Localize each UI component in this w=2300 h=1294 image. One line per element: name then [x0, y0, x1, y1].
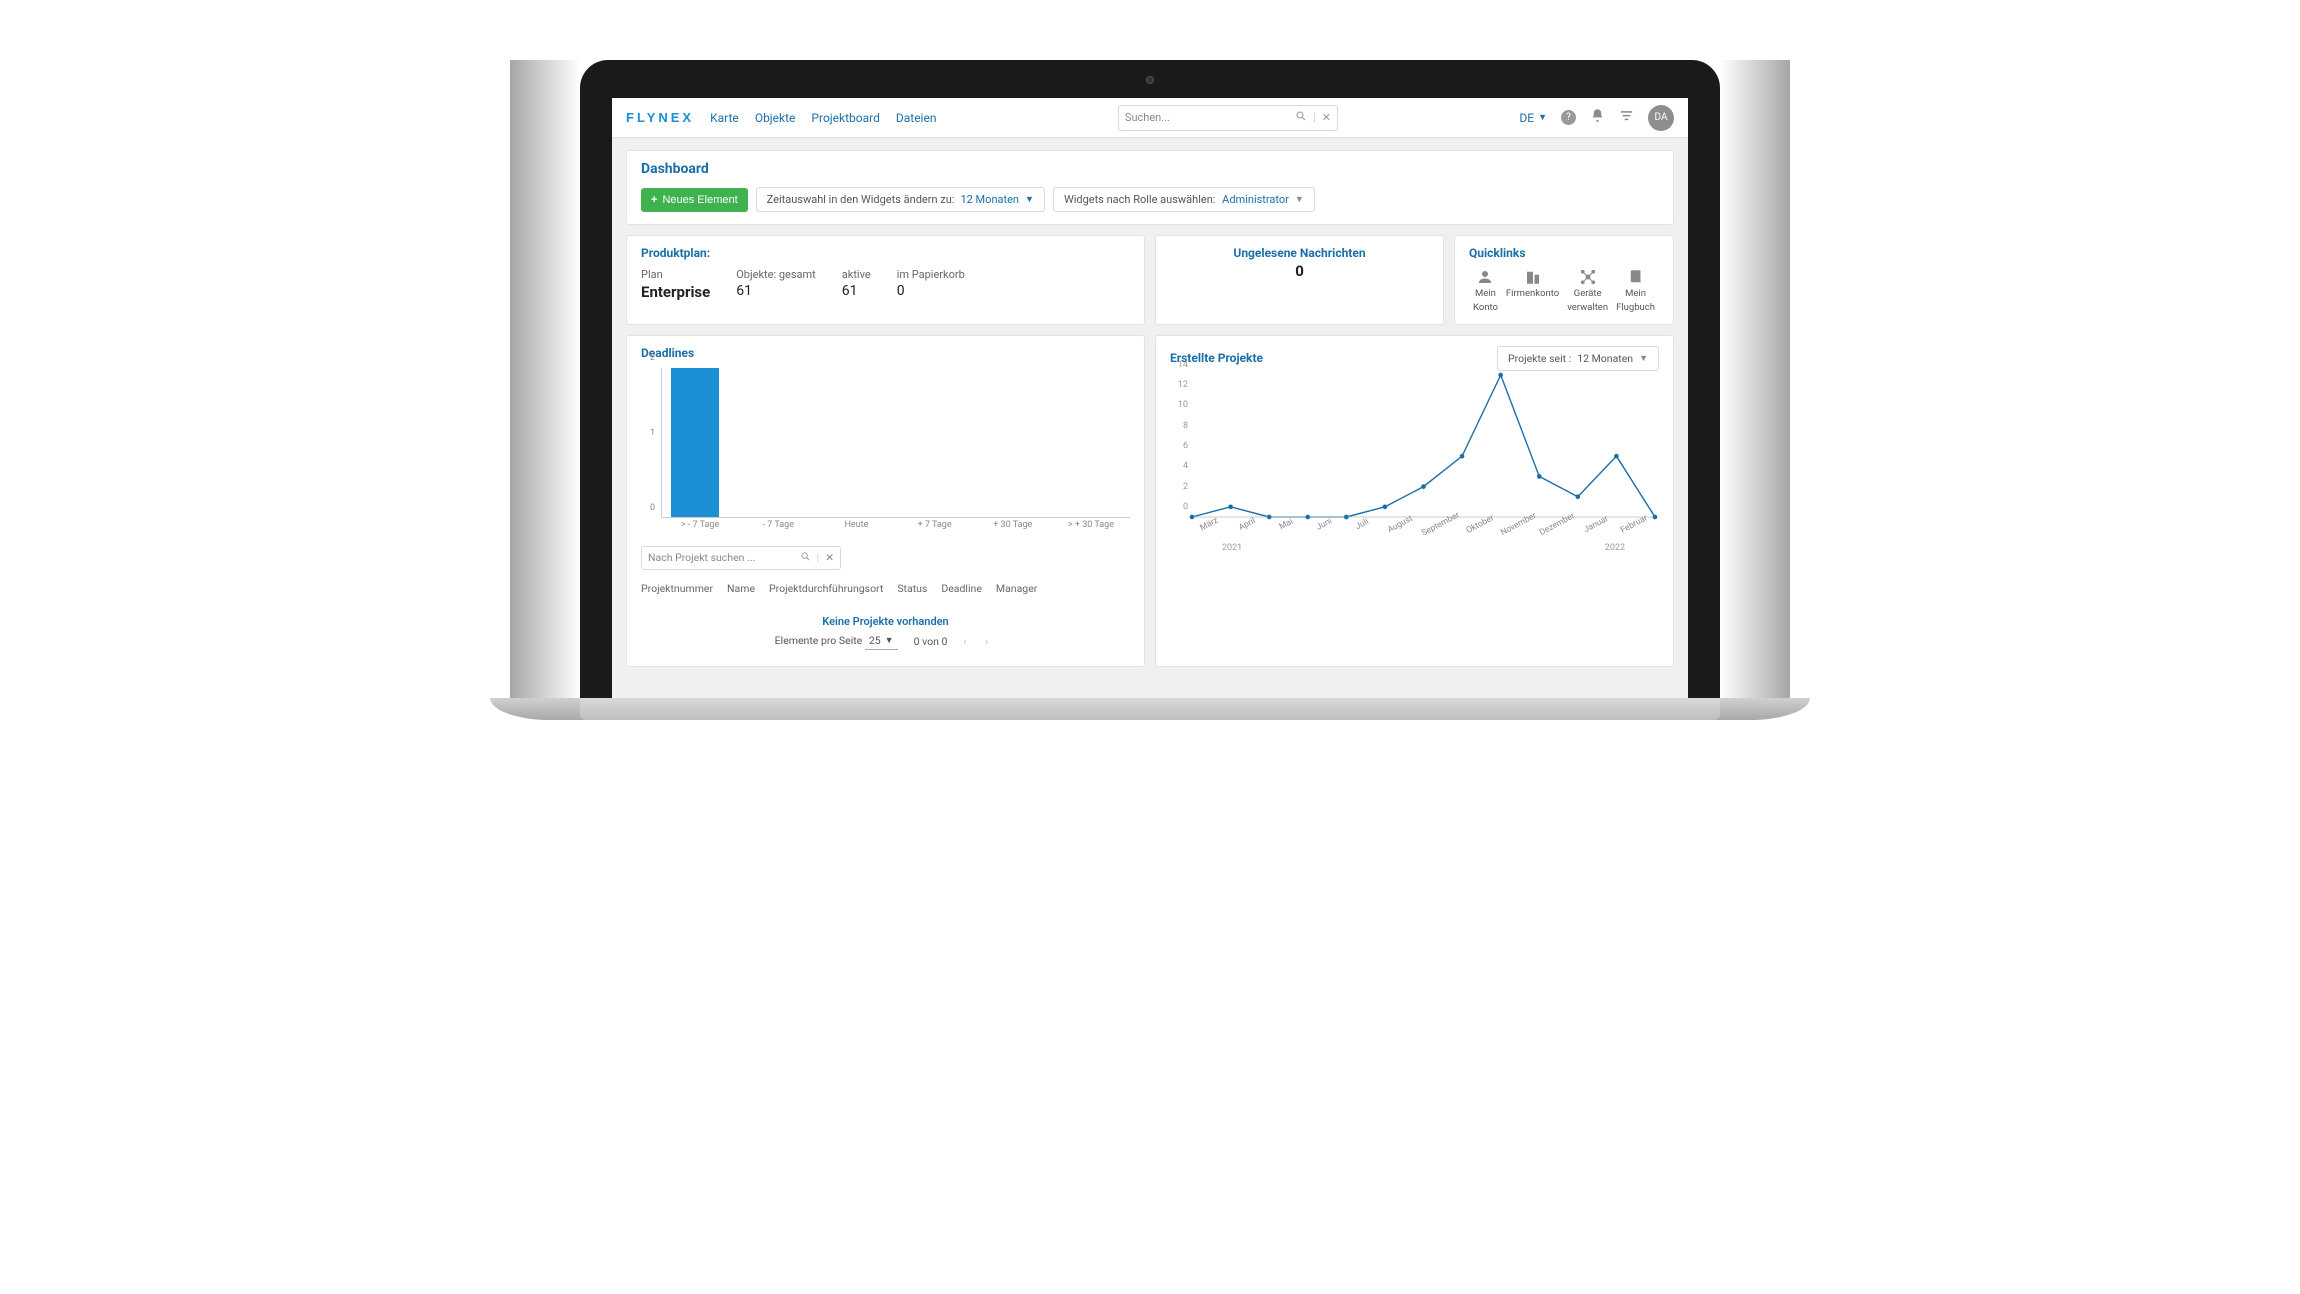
- drone-icon: [1579, 268, 1597, 286]
- filter-icon[interactable]: [1619, 108, 1634, 127]
- topbar: FLYNEX Karte Objekte Projektboard Dateie…: [612, 98, 1688, 138]
- nav-projektboard[interactable]: Projektboard: [811, 111, 879, 125]
- messages-count: 0: [1170, 262, 1429, 280]
- year-left: 2021: [1222, 543, 1242, 553]
- avatar[interactable]: DA: [1648, 105, 1674, 131]
- quicklink-account[interactable]: Mein Konto: [1473, 268, 1498, 314]
- prev-page-button[interactable]: ‹: [963, 635, 974, 648]
- productplan-title: Produktplan:: [641, 246, 1130, 260]
- help-icon[interactable]: ?: [1561, 110, 1576, 125]
- plus-icon: +: [651, 194, 657, 206]
- clear-icon[interactable]: ✕: [825, 551, 834, 564]
- quicklink-devices[interactable]: Geräte verwalten: [1567, 268, 1608, 314]
- language-selector[interactable]: DE▼: [1519, 111, 1547, 125]
- year-right: 2022: [1605, 543, 1625, 553]
- next-page-button[interactable]: ›: [985, 635, 996, 648]
- clear-icon[interactable]: ✕: [1322, 111, 1331, 124]
- search-input[interactable]: Suchen... | ✕: [1118, 105, 1338, 131]
- project-search-input[interactable]: Nach Projekt suchen ... | ✕: [641, 546, 841, 570]
- messages-panel[interactable]: Ungelesene Nachrichten 0: [1155, 235, 1444, 325]
- search-icon[interactable]: [1295, 110, 1307, 125]
- deadlines-table-header: Projektnummer Name Projektdurchführungso…: [641, 576, 1130, 601]
- bell-icon[interactable]: [1590, 108, 1605, 127]
- time-selector[interactable]: Zeitauswahl in den Widgets ändern zu: 12…: [756, 187, 1045, 212]
- productplan-panel: Produktplan: Plan Enterprise Objekte: ge…: [626, 235, 1145, 325]
- objects-active: 61: [842, 283, 871, 299]
- deadlines-chart: 012 > - 7 Tage- 7 TageHeute+ 7 Tage+ 30 …: [657, 368, 1130, 538]
- deadlines-empty: Keine Projekte vorhanden: [641, 601, 1130, 634]
- page-size-select[interactable]: 25 ▼: [865, 634, 898, 650]
- search-placeholder: Suchen...: [1125, 111, 1170, 124]
- projects-panel: Erstellte Projekte Projekte seit : 12 Mo…: [1155, 335, 1674, 667]
- messages-title: Ungelesene Nachrichten: [1170, 246, 1429, 260]
- quicklinks-panel: Quicklinks Mein Konto Firmenkonto: [1454, 235, 1674, 325]
- user-icon: [1476, 268, 1494, 286]
- paginator: Elemente pro Seite 25 ▼ 0 von 0 ‹ ›: [641, 634, 1130, 656]
- page-range: 0 von 0: [914, 635, 948, 648]
- page-title: Dashboard: [641, 161, 1659, 177]
- deadlines-panel: Deadlines 012 > - 7 Tage- 7 TageHeute+ 7…: [626, 335, 1145, 667]
- role-selector[interactable]: Widgets nach Rolle auswählen: Administra…: [1053, 187, 1315, 212]
- nav-dateien[interactable]: Dateien: [896, 111, 937, 125]
- projects-chart: 02468101214 MärzAprilMaiJuniJuliAugustSe…: [1192, 375, 1655, 545]
- search-icon[interactable]: [800, 551, 811, 565]
- dashboard-header: Dashboard + Neues Element Zeitauswahl in…: [626, 150, 1674, 225]
- objects-trash: 0: [897, 283, 965, 299]
- building-icon: [1524, 268, 1542, 286]
- nav-objekte[interactable]: Objekte: [755, 111, 796, 125]
- brand-logo: FLYNEX: [626, 110, 694, 125]
- quicklink-logbook[interactable]: Mein Flugbuch: [1616, 268, 1655, 314]
- nav-karte[interactable]: Karte: [710, 111, 739, 125]
- projects-filter[interactable]: Projekte seit : 12 Monaten ▼: [1497, 346, 1659, 371]
- new-element-button[interactable]: + Neues Element: [641, 188, 748, 212]
- book-icon: [1627, 268, 1645, 286]
- objects-total: 61: [736, 283, 816, 299]
- plan-value: Enterprise: [641, 283, 710, 301]
- quicklink-company[interactable]: Firmenkonto: [1506, 268, 1559, 314]
